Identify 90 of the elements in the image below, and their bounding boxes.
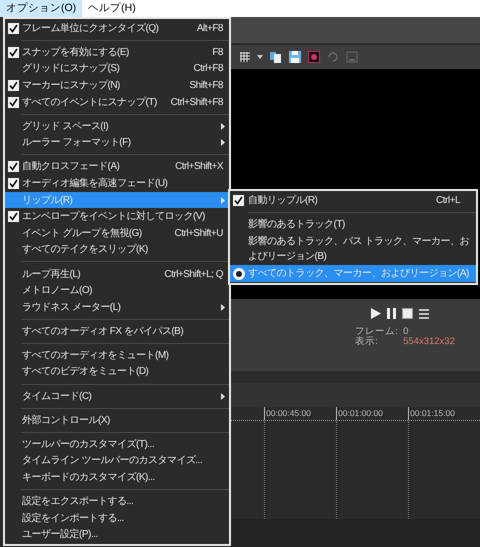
timecode-label: 00:01:00:00 (336, 407, 383, 420)
timecode-label: 00:01:15:00 (408, 407, 455, 420)
menu-item-label: 自動クロスフェード(A) (21, 160, 120, 174)
menu-item[interactable]: 設定をエクスポートする... (5, 493, 229, 510)
menu-item-label: ツールバーのカスタマイズ(T)... (21, 438, 156, 452)
menu-item-label: ルーラー フォーマット(F) (21, 136, 132, 150)
menu-item[interactable]: 外部コントロール(X) (5, 412, 229, 428)
shortcut-label: Ctrl+L (436, 194, 462, 208)
menu-item[interactable]: すべてのオーディオをミュート(M) (5, 347, 229, 364)
menu-item-label: ループ再生(L) (21, 268, 82, 282)
menu-bar-item[interactable]: オプション(O) (0, 0, 82, 17)
frame-value: 0 (403, 327, 410, 337)
menu-item[interactable]: タイムコード(C) (5, 388, 229, 404)
menu-item[interactable]: ループ再生(L) Ctrl+Shift+L; Q (5, 266, 229, 282)
menu-item-label: すべてのイベントにスナップ(T) (21, 96, 158, 110)
menu-item[interactable]: すべてのビデオをミュート(D) (5, 364, 229, 380)
menu-item-label: 自動リップル(R) (247, 194, 318, 208)
shortcut-label: Shift+F8 (188, 79, 224, 94)
menu-item[interactable]: 自動リップル(R) Ctrl+L (230, 192, 476, 209)
shortcut-label: Alt+F8 (196, 22, 224, 36)
menu-item-label: キーボードのカスタマイズ(K)... (21, 470, 156, 485)
shortcut-label: F8 (211, 46, 224, 60)
menu-item[interactable]: ユーザー設定(P)... (5, 526, 229, 544)
menu-item[interactable]: グリッド スペース(I) (5, 118, 229, 135)
menu-item-label: エンベロープをイベントに対してロック(V) (21, 210, 206, 224)
menu-item-label: すべてのテイクをスリップ(K) (21, 242, 149, 258)
display-value: 554x312x32 (403, 337, 455, 347)
menu-item[interactable]: ツールバーのカスタマイズ(T)... (5, 436, 229, 453)
menu-item-label: フレーム単位にクオンタイズ(Q) (21, 22, 160, 36)
frame-label: フレーム: (355, 327, 399, 337)
menu-item-label: マーカーにスナップ(N) (21, 78, 121, 94)
shortcut-label: Ctrl+Shift+F8 (170, 96, 224, 110)
menu-item-label: リップル(R) (21, 194, 74, 208)
timecode-label: 00:00:45:00 (264, 407, 311, 420)
menu-item[interactable]: メトロノーム(O) (5, 282, 229, 299)
menu-item[interactable]: 自動クロスフェード(A) Ctrl+Shift+X (5, 158, 229, 176)
shortcut-label: Ctrl+Shift+L; Q (163, 268, 224, 282)
menu-item-label: 外部コントロール(X) (21, 414, 111, 428)
menu-item-label: すべてのトラック、マーカー、およびリージョン(A) (247, 267, 470, 281)
menu-item-label: イベント グループを無視(G) (21, 226, 143, 241)
menu-item[interactable]: イベント グループを無視(G) Ctrl+Shift+U (5, 225, 229, 242)
menu-item-label: 設定をエクスポートする... (21, 494, 134, 510)
menu-item-label: すべてのオーディオ FX をバイパス(B) (21, 324, 184, 339)
dropdown-arrow-icon[interactable] (257, 55, 263, 59)
menu-item-label: 影響のあるトラック、バス トラック、マーカー、およびリージョン(B) (247, 234, 470, 264)
menu-item[interactable]: すべてのイベントにスナップ(T) Ctrl+Shift+F8 (5, 94, 229, 110)
menu-item-label: グリッドにスナップ(S) (21, 62, 120, 76)
copy-icon[interactable] (270, 51, 282, 63)
menu-item[interactable]: キーボードのカスタマイズ(K)... (5, 469, 229, 486)
menu-item[interactable]: オーディオ編集を高速フェード(U) (5, 175, 229, 192)
menu-item-label: スナップを有効にする(E) (21, 46, 130, 60)
menu-item[interactable]: 影響のあるトラック、バス トラック、マーカー、およびリージョン(B) (230, 233, 476, 265)
menu-bar-item[interactable]: ヘルプ(H) (82, 0, 142, 17)
menu-item-label: メトロノーム(O) (21, 284, 93, 298)
submenu-arrow-icon (221, 139, 225, 146)
record-icon[interactable] (308, 51, 320, 63)
menu-item[interactable]: グリッドにスナップ(S) Ctrl+F8 (5, 60, 229, 78)
menu-item[interactable]: すべてのテイクをスリップ(K) (5, 242, 229, 258)
menu-item[interactable]: フレーム単位にクオンタイズ(Q) Alt+F8 (5, 20, 229, 37)
pause-icon[interactable] (387, 308, 396, 319)
play-icon[interactable] (371, 308, 381, 319)
menu-item-label: すべてのビデオをミュート(D) (21, 365, 150, 380)
shortcut-label: Ctrl+Shift+X (174, 160, 224, 174)
menu-item[interactable]: 設定をインポートする... (5, 510, 229, 526)
submenu-arrow-icon (221, 122, 225, 130)
menu-item[interactable]: タイムライン ツールバーのカスタマイズ... (5, 452, 229, 470)
menu-item-label: グリッド スペース(I) (21, 120, 110, 134)
menu-item[interactable]: マーカーにスナップ(N) Shift+F8 (5, 77, 229, 94)
submenu-arrow-icon (221, 304, 225, 311)
menu-item[interactable]: スナップを有効にする(E) F8 (5, 44, 229, 61)
submenu-arrow-icon (221, 392, 225, 400)
menu-item[interactable]: ルーラー フォーマット(F) (5, 134, 229, 152)
shortcut-label: Ctrl+F8 (192, 62, 224, 76)
menu-item-label: 影響のあるトラック(T) (247, 218, 346, 232)
display-label: 表示: (355, 337, 379, 347)
menu-item-label: オーディオ編集を高速フェード(U) (21, 176, 168, 192)
menu-item-label: 設定をインポートする... (21, 512, 125, 526)
menu-item-label: ラウドネス メーター(L) (21, 300, 122, 315)
menu-item[interactable]: 影響のあるトラック(T) (230, 216, 476, 233)
menu-item[interactable]: すべてのオーディオ FX をバイパス(B) (5, 323, 229, 340)
menu-item-label: タイムライン ツールバーのカスタマイズ... (21, 454, 204, 468)
menu-item[interactable]: エンベロープをイベントに対してロック(V) (5, 208, 229, 226)
menu-item[interactable]: ラウドネス メーター(L) (5, 298, 229, 316)
grid-icon[interactable] (240, 52, 250, 62)
submenu-arrow-icon (221, 196, 225, 204)
menu-item-label: タイムコード(C) (21, 390, 92, 404)
menu-item-label: ユーザー設定(P)... (21, 528, 99, 542)
menu-item-label: すべてのオーディオをミュート(M) (21, 348, 170, 363)
menu-icon[interactable] (419, 308, 429, 318)
shortcut-label: Ctrl+Shift+U (174, 226, 224, 241)
